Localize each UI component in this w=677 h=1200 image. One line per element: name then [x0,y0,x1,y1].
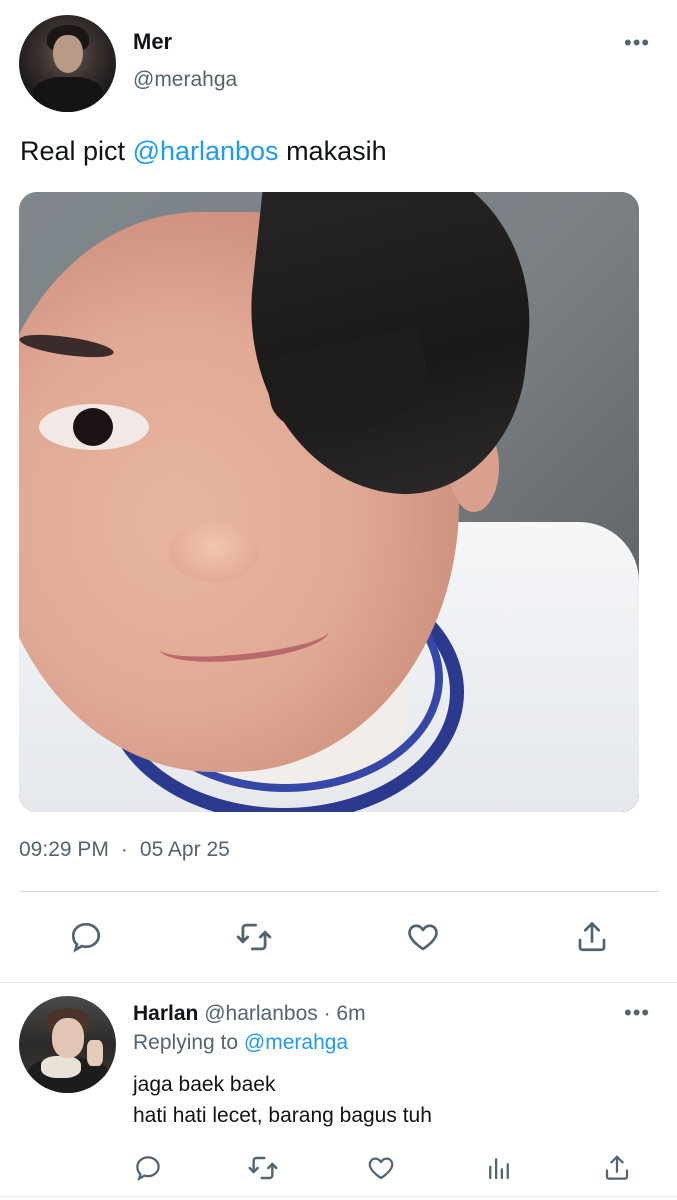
divider [0,982,677,983]
analytics-icon [489,1158,509,1180]
tweet-time: 09:29 PM [19,838,109,861]
photo-eye-left [39,404,149,450]
replying-to-mention[interactable]: @merahga [244,1031,348,1054]
tweet-photo[interactable] [19,192,639,812]
avatar-face [53,35,83,73]
tweet-text-end: makasih [278,136,387,166]
tweet-text-start: Real pict [20,136,133,166]
like-icon [408,924,438,951]
reply-age: · 6m [323,1002,366,1025]
author-avatar[interactable] [19,15,116,112]
tweet-text: Real pict @harlanbos makasih [20,136,387,167]
retweet-button[interactable] [232,917,276,957]
reply-author-avatar[interactable] [19,996,116,1093]
divider [0,1196,677,1197]
reply-author-handle[interactable]: @harlanbos [204,1002,318,1025]
reply-text-line: hati hati lecet, barang bagus tuh [133,1104,432,1127]
like-button[interactable] [401,917,445,957]
timestamp-separator: · [120,838,128,861]
avatar-face [52,1018,84,1058]
reply-icon [136,1156,160,1181]
reply-author-name[interactable]: Harlan [133,1002,198,1025]
avatar-hand [87,1040,103,1066]
share-icon [578,922,606,952]
replying-to: Replying to @merahga [133,1031,348,1055]
divider [19,891,659,892]
tweet-timestamp[interactable]: 09:29 PM · 05 Apr 25 [19,838,230,862]
author-handle[interactable]: @merahga [133,68,237,92]
like-icon [368,1157,394,1180]
author-name[interactable]: Mer [133,29,172,55]
avatar-collar [41,1056,81,1078]
mention-link[interactable]: @harlanbos [133,136,279,166]
reply-analytics-button[interactable] [481,1150,517,1186]
reply-button[interactable] [64,917,108,957]
reply-reply-button[interactable] [130,1150,166,1186]
tweet-date: 05 Apr 25 [139,838,230,861]
share-icon [605,1155,629,1180]
reply-retweet-button[interactable] [245,1150,281,1186]
reply-icon [71,922,101,953]
retweet-icon [248,1156,278,1180]
reply-more-options-icon[interactable]: ••• [624,1002,650,1024]
reply-header: Harlan @harlanbos · 6m [133,1002,366,1026]
share-button[interactable] [570,917,614,957]
reply-like-button[interactable] [363,1150,399,1186]
retweet-icon [236,923,272,951]
more-options-icon[interactable]: ••• [624,32,650,54]
replying-to-label: Replying to [133,1031,244,1054]
reply-text-line: jaga baek baek [133,1073,276,1096]
avatar-body [33,77,103,112]
photo-nose [169,522,259,582]
reply-share-button[interactable] [599,1150,635,1186]
